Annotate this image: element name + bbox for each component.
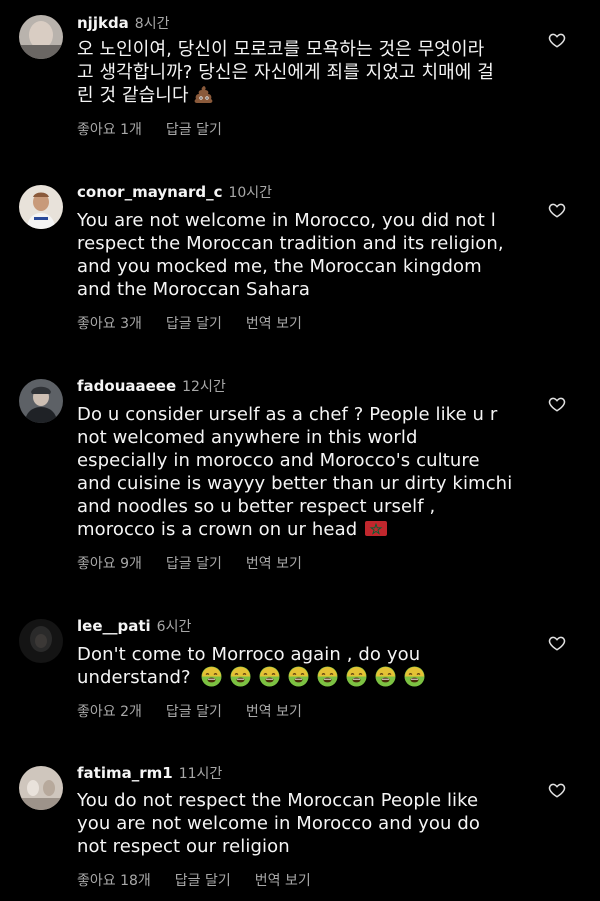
comment-actions: 좋아요 1개 답글 달기 bbox=[77, 121, 246, 139]
comment-text: Do u consider urself as a chef ? People … bbox=[77, 403, 532, 542]
like-count[interactable]: 좋아요 18개 bbox=[77, 873, 151, 889]
heart-outline-icon[interactable] bbox=[548, 395, 566, 413]
comment-actions: 좋아요 2개 답글 달기 번역 보기 bbox=[77, 703, 326, 721]
comment-text: Don't come to Morroco again , do you und… bbox=[77, 643, 532, 693]
like-count[interactable]: 좋아요 1개 bbox=[77, 122, 142, 138]
username[interactable]: conor_maynard_c bbox=[77, 183, 222, 201]
reply-button[interactable]: 답글 달기 bbox=[166, 122, 222, 138]
translate-button[interactable]: 번역 보기 bbox=[255, 873, 311, 889]
nauseated-face-emoji bbox=[259, 666, 280, 693]
timestamp: 12시간 bbox=[182, 379, 226, 395]
comment-line: 오 노인이여, 당신이 모로코를 모욕하는 것은 무엇이라 bbox=[77, 39, 485, 60]
nauseated-face-emoji bbox=[201, 666, 222, 693]
comment-line-with-emoji: morocco is a crown on ur head bbox=[77, 518, 532, 542]
pile-of-poo-emoji bbox=[193, 84, 215, 110]
comment-actions: 좋아요 3개 답글 달기 번역 보기 bbox=[77, 315, 326, 333]
comment-line: and the Moroccan Sahara bbox=[77, 279, 310, 300]
reply-button[interactable]: 답글 달기 bbox=[175, 873, 231, 889]
nauseated-face-emoji bbox=[346, 666, 367, 693]
comment-line: and you mocked me, the Moroccan kingdom bbox=[77, 256, 482, 277]
comment-text: 오 노인이여, 당신이 모로코를 모욕하는 것은 무엇이라 고 생각합니까? 당… bbox=[77, 38, 532, 110]
comment-line: you are not welcome in Morocco and you d… bbox=[77, 813, 480, 834]
timestamp: 10시간 bbox=[228, 185, 273, 201]
username[interactable]: fadouaaeee bbox=[77, 377, 176, 395]
heart-outline-icon[interactable] bbox=[548, 781, 566, 799]
comment-actions: 좋아요 9개 답글 달기 번역 보기 bbox=[77, 555, 326, 573]
username[interactable]: lee__pati bbox=[77, 617, 151, 635]
like-count[interactable]: 좋아요 2개 bbox=[77, 704, 142, 720]
comment-line: and cuisine is wayyy better than ur dirt… bbox=[77, 473, 513, 494]
timestamp: 6시간 bbox=[156, 619, 192, 635]
comment-line-with-emoji: 린 것 같습니다 bbox=[77, 84, 532, 110]
comment-line: You do not respect the Moroccan People l… bbox=[77, 790, 479, 811]
nauseated-face-emoji bbox=[375, 666, 396, 693]
translate-button[interactable]: 번역 보기 bbox=[246, 316, 302, 332]
avatar[interactable] bbox=[19, 185, 63, 229]
comment-header: fadouaaeee 12시간 bbox=[77, 376, 226, 397]
translate-button[interactable]: 번역 보기 bbox=[246, 556, 302, 572]
comment-line-text: 린 것 같습니다 bbox=[77, 85, 189, 106]
reply-button[interactable]: 답글 달기 bbox=[166, 704, 222, 720]
timestamp: 8시간 bbox=[134, 16, 170, 32]
comment-line: respect the Moroccan tradition and its r… bbox=[77, 233, 504, 254]
translate-button[interactable]: 번역 보기 bbox=[246, 704, 302, 720]
comment-header: lee__pati 6시간 bbox=[77, 616, 191, 637]
avatar[interactable] bbox=[19, 619, 63, 663]
timestamp: 11시간 bbox=[178, 766, 223, 782]
comment-line: especially in morocco and Morocco's cult… bbox=[77, 450, 480, 471]
like-count[interactable]: 좋아요 3개 bbox=[77, 316, 142, 332]
avatar[interactable] bbox=[19, 379, 63, 423]
heart-outline-icon[interactable] bbox=[548, 634, 566, 652]
username[interactable]: njjkda bbox=[77, 14, 129, 32]
comment-line: You are not welcome in Morocco, you did … bbox=[77, 210, 496, 231]
comment-header: njjkda 8시간 bbox=[77, 13, 169, 34]
morocco-flag-emoji bbox=[365, 519, 388, 542]
avatar[interactable] bbox=[19, 766, 63, 810]
nauseated-face-emoji bbox=[230, 666, 251, 693]
like-count[interactable]: 좋아요 9개 bbox=[77, 556, 142, 572]
comment-header: fatima_rm1 11시간 bbox=[77, 763, 222, 784]
comment-line: Don't come to Morroco again , do you bbox=[77, 644, 421, 665]
nauseated-face-emoji bbox=[288, 666, 309, 693]
comment-line: not respect our religion bbox=[77, 836, 290, 857]
nauseated-face-emoji-row bbox=[193, 666, 425, 688]
comment-line-text: understand? bbox=[77, 667, 191, 688]
comment-line-text: morocco is a crown on ur head bbox=[77, 519, 358, 540]
heart-outline-icon[interactable] bbox=[548, 31, 566, 49]
comment-line: 고 생각합니까? 당신은 자신에게 죄를 지었고 치매에 걸 bbox=[77, 62, 494, 83]
comment-line: and noodles so u better respect urself , bbox=[77, 496, 436, 517]
reply-button[interactable]: 답글 달기 bbox=[166, 316, 222, 332]
comment-line: Do u consider urself as a chef ? People … bbox=[77, 404, 498, 425]
username[interactable]: fatima_rm1 bbox=[77, 764, 173, 782]
reply-button[interactable]: 답글 달기 bbox=[166, 556, 222, 572]
nauseated-face-emoji bbox=[317, 666, 338, 693]
nauseated-face-emoji bbox=[404, 666, 425, 693]
comment-text: You are not welcome in Morocco, you did … bbox=[77, 209, 532, 301]
comment-line: not welcomed anywhere in this world bbox=[77, 427, 418, 448]
heart-outline-icon[interactable] bbox=[548, 201, 566, 219]
comment-actions: 좋아요 18개 답글 달기 번역 보기 bbox=[77, 872, 335, 890]
comment-header: conor_maynard_c 10시간 bbox=[77, 182, 272, 203]
comment-line-with-emoji: understand? bbox=[77, 666, 532, 693]
comment-text: You do not respect the Moroccan People l… bbox=[77, 789, 532, 858]
avatar[interactable] bbox=[19, 15, 63, 59]
